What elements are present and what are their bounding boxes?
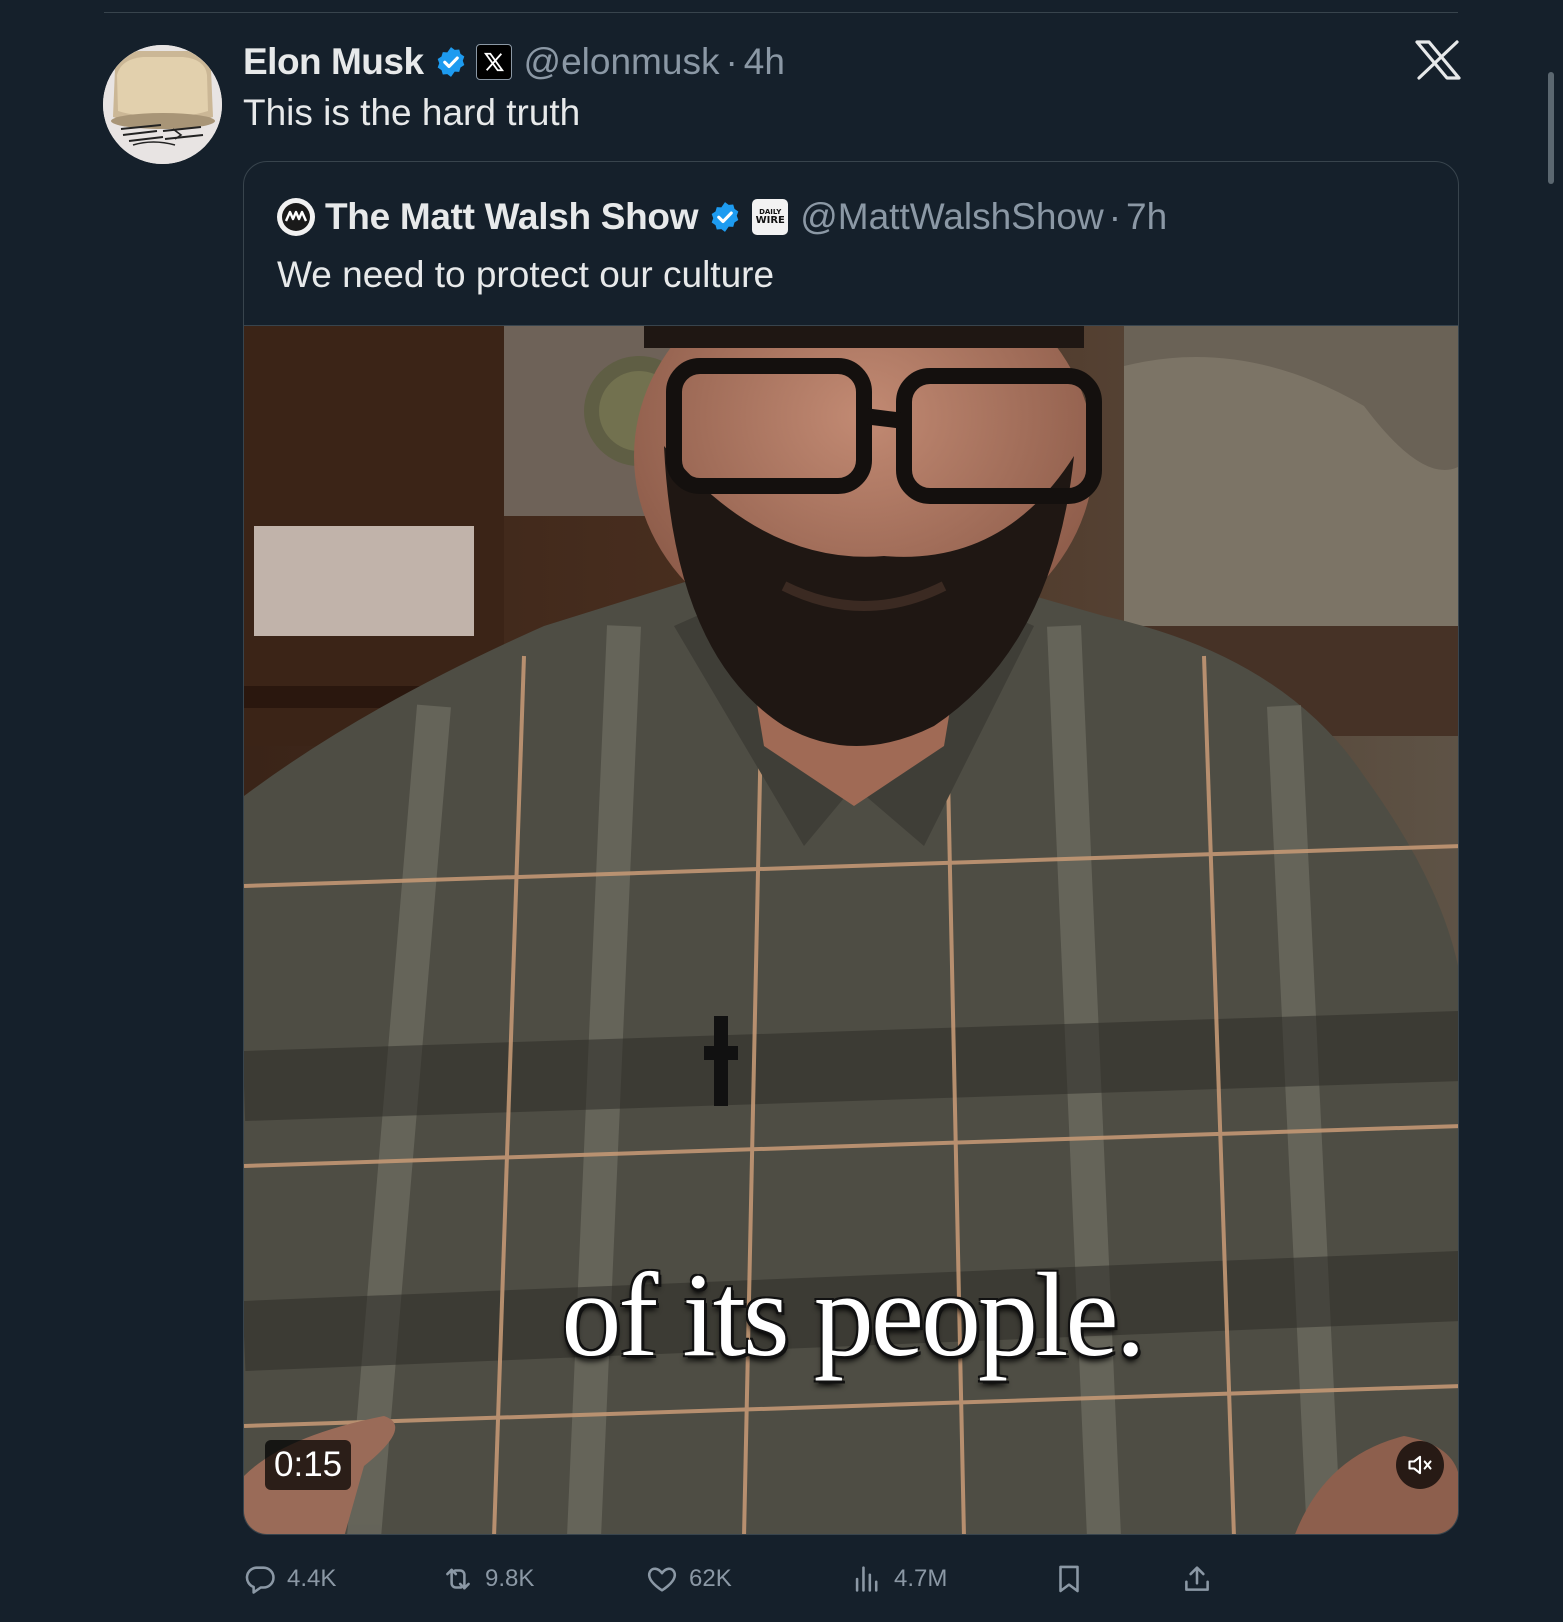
- repost-icon: [446, 1568, 470, 1590]
- author-name[interactable]: Elon Musk: [243, 41, 424, 83]
- bookmark-icon: [1059, 1565, 1079, 1593]
- quoted-timestamp[interactable]: 7h: [1126, 196, 1167, 238]
- x-logo-icon[interactable]: [1415, 40, 1461, 80]
- separator-dot: ·: [725, 41, 738, 82]
- quoted-tweet-card[interactable]: The Matt Walsh Show DAILY WIRE @MattWals…: [243, 161, 1459, 1535]
- quoted-avatar[interactable]: [277, 198, 315, 236]
- avatar-image: [103, 45, 222, 164]
- tweet-detail-page: Elon Musk @elonmusk · 4h This is the har…: [0, 0, 1563, 1622]
- author-row: Elon Musk @elonmusk · 4h: [243, 40, 785, 84]
- tweet-timestamp[interactable]: 4h: [744, 41, 785, 83]
- bookmark-button[interactable]: [1052, 1556, 1086, 1602]
- quoted-tweet-text: We need to protect our culture: [277, 254, 775, 295]
- reply-button[interactable]: 4.4K: [243, 1556, 336, 1602]
- action-bar: 4.4K 9.8K 62K 4.7M: [243, 1556, 1473, 1602]
- top-divider: [104, 12, 1458, 13]
- reply-icon: [245, 1566, 275, 1594]
- quoted-author-name[interactable]: The Matt Walsh Show: [325, 196, 699, 238]
- quoted-author-row: The Matt Walsh Show DAILY WIRE @MattWals…: [277, 195, 1167, 239]
- view-count: 4.7M: [894, 1565, 948, 1592]
- muted-speaker-icon: [1408, 1455, 1432, 1475]
- video-duration: 0:15: [265, 1440, 352, 1490]
- like-count: 62K: [689, 1565, 732, 1592]
- scrollbar-thumb[interactable]: [1548, 72, 1554, 184]
- tweet-text: This is the hard truth: [243, 92, 581, 133]
- separator-dot: ·: [1108, 196, 1122, 237]
- video-caption: of its people.: [561, 1248, 1145, 1381]
- views-button[interactable]: 4.7M: [850, 1556, 947, 1602]
- avatar[interactable]: [103, 45, 222, 164]
- x-logo-icon[interactable]: [475, 44, 512, 80]
- heart-icon: [647, 1567, 677, 1592]
- verified-badge-icon: [711, 202, 739, 232]
- badge-text-bottom: WIRE: [755, 214, 785, 226]
- daily-wire-badge-icon[interactable]: DAILY WIRE: [752, 199, 789, 235]
- verified-badge-icon: [437, 47, 464, 77]
- like-button[interactable]: 62K: [645, 1556, 732, 1602]
- analytics-icon: [855, 1566, 878, 1592]
- reply-count: 4.4K: [287, 1565, 337, 1592]
- share-button[interactable]: [1180, 1556, 1214, 1602]
- author-handle[interactable]: @elonmusk: [524, 41, 720, 83]
- video-player[interactable]: of its people. 0:15: [244, 325, 1458, 1534]
- mute-button[interactable]: [1396, 1441, 1444, 1489]
- quoted-author-handle[interactable]: @MattWalshShow: [800, 196, 1104, 238]
- matt-walsh-logo-icon: [282, 203, 310, 231]
- repost-button[interactable]: 9.8K: [441, 1556, 534, 1602]
- share-icon: [1185, 1566, 1209, 1591]
- repost-count: 9.8K: [485, 1565, 535, 1592]
